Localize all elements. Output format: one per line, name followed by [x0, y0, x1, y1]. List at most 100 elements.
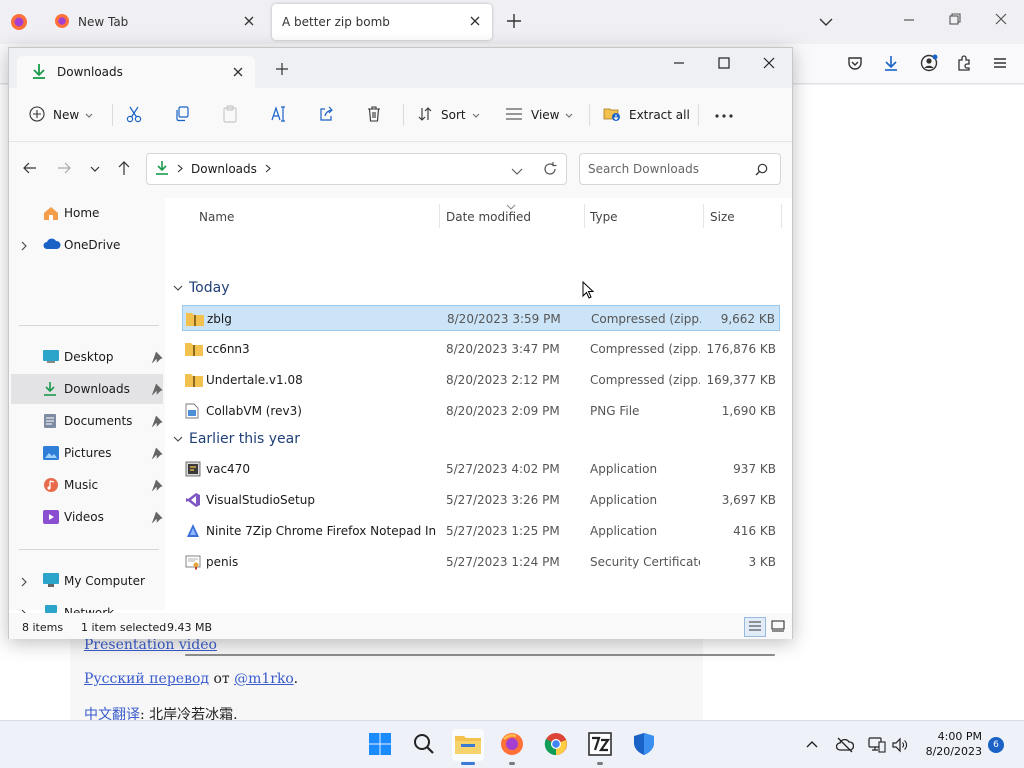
column-header-type[interactable]: Type — [590, 210, 618, 224]
breadcrumb-downloads[interactable]: Downloads — [191, 162, 257, 176]
pin-icon[interactable] — [151, 415, 163, 430]
chevron-right-icon[interactable] — [21, 576, 28, 590]
delete-button[interactable] — [366, 102, 382, 128]
paste-button[interactable] — [222, 102, 238, 128]
search-input[interactable] — [588, 162, 748, 176]
rename-button[interactable] — [270, 102, 288, 128]
show-hidden-icons[interactable] — [805, 737, 819, 754]
pin-icon[interactable] — [151, 447, 163, 462]
minimize-icon[interactable] — [902, 12, 916, 29]
column-divider[interactable] — [781, 204, 782, 228]
pin-icon[interactable] — [151, 479, 163, 494]
breadcrumb-chevron-icon[interactable] — [265, 162, 271, 176]
forward-arrow-icon[interactable] — [57, 161, 71, 178]
recent-locations-icon[interactable] — [89, 163, 101, 177]
taskbar-7zip[interactable] — [584, 729, 616, 765]
network-status-icon[interactable] — [868, 737, 886, 756]
sidebar-item-desktop[interactable]: Desktop — [11, 342, 163, 372]
pocket-icon[interactable] — [846, 54, 864, 75]
horizontal-scrollbar[interactable] — [185, 654, 775, 656]
sidebar-item-home[interactable]: Home — [11, 198, 163, 228]
search-icon[interactable] — [755, 163, 768, 179]
sort-button[interactable]: Sort — [417, 102, 480, 128]
account-icon[interactable] — [920, 54, 938, 75]
column-divider[interactable] — [584, 204, 585, 228]
details-view-icon — [748, 620, 762, 635]
file-row-undertale[interactable]: Undertale.v1.08 8/20/2023 2:12 PM Compre… — [182, 367, 780, 393]
sidebar-item-pictures[interactable]: Pictures — [11, 438, 163, 468]
file-row-visualstudiosetup[interactable]: VisualStudioSetup 5/27/2023 3:26 PM Appl… — [182, 487, 780, 513]
taskbar-file-explorer[interactable] — [452, 729, 484, 765]
group-header-earlier-this-year[interactable]: Earlier this year — [173, 431, 300, 447]
author-link[interactable]: @m1rko — [234, 671, 294, 687]
column-header-name[interactable]: Name — [199, 210, 234, 224]
maximize-icon[interactable] — [717, 56, 731, 73]
minimize-icon[interactable] — [672, 56, 686, 73]
downloads-icon[interactable] — [882, 54, 900, 75]
explorer-tab-downloads[interactable]: Downloads — [17, 56, 255, 88]
close-window-icon[interactable] — [994, 12, 1008, 29]
file-row-vac470[interactable]: vac470 5/27/2023 4:02 PM Application 937… — [182, 456, 780, 482]
chevron-right-icon[interactable] — [21, 240, 28, 254]
sidebar-item-downloads[interactable]: Downloads — [11, 374, 163, 404]
pin-icon[interactable] — [151, 351, 163, 366]
close-tab-icon[interactable] — [231, 65, 245, 82]
new-tab-icon[interactable] — [505, 12, 523, 33]
group-header-today[interactable]: Today — [173, 280, 230, 296]
start-button[interactable] — [364, 729, 396, 761]
more-options-button[interactable] — [714, 102, 734, 128]
pin-icon[interactable] — [151, 511, 163, 526]
view-button-label: View — [531, 108, 560, 122]
up-arrow-icon[interactable] — [117, 160, 131, 179]
refresh-icon[interactable] — [543, 162, 557, 179]
copy-button[interactable] — [174, 102, 190, 128]
sidebar-item-music[interactable]: Music — [11, 470, 163, 500]
details-view-button[interactable] — [744, 617, 766, 637]
new-button[interactable]: New — [29, 102, 93, 128]
extensions-icon[interactable] — [955, 54, 973, 75]
extract-all-button[interactable]: Extract all — [603, 102, 690, 128]
sidebar-item-documents[interactable]: Documents — [11, 406, 163, 436]
column-header-date[interactable]: Date modified — [446, 210, 531, 224]
column-header-size[interactable]: Size — [710, 210, 735, 224]
back-arrow-icon[interactable] — [23, 161, 37, 178]
taskbar-defender[interactable] — [628, 729, 660, 761]
cloud-offline-icon[interactable] — [835, 737, 855, 756]
file-row-certificate[interactable]: penis 5/27/2023 1:24 PM Security Certifi… — [182, 549, 780, 575]
file-size: 3 KB — [748, 555, 776, 569]
cut-button[interactable] — [126, 102, 142, 128]
taskbar-firefox[interactable] — [496, 729, 528, 765]
sidebar-item-my-computer[interactable]: My Computer — [11, 566, 163, 596]
file-row-collabvm[interactable]: CollabVM (rev3) 8/20/2023 2:09 PM PNG Fi… — [182, 398, 780, 424]
close-window-icon[interactable] — [762, 56, 776, 73]
file-row-ninite[interactable]: Ninite 7Zip Chrome Firefox Notepad Inst.… — [182, 518, 780, 544]
search-button[interactable] — [408, 729, 440, 761]
address-bar[interactable]: Downloads — [146, 153, 567, 185]
taskbar-chrome[interactable] — [540, 729, 572, 761]
view-button[interactable]: View — [505, 102, 573, 128]
close-tab-icon[interactable] — [242, 14, 256, 31]
close-tab-icon[interactable] — [468, 14, 482, 31]
tiles-view-button[interactable] — [767, 617, 789, 637]
file-row-cc6nn3[interactable]: cc6nn3 8/20/2023 3:47 PM Compressed (zip… — [182, 336, 780, 362]
address-dropdown-icon[interactable] — [511, 165, 523, 179]
restore-icon[interactable] — [948, 12, 962, 29]
sidebar-item-videos[interactable]: Videos — [11, 502, 163, 532]
volume-icon[interactable] — [892, 737, 908, 756]
column-divider[interactable] — [439, 204, 440, 228]
pin-icon[interactable] — [151, 383, 163, 398]
share-button[interactable] — [318, 102, 334, 128]
menu-icon[interactable] — [991, 54, 1009, 75]
chevron-down-icon[interactable] — [818, 15, 834, 32]
new-tab-icon[interactable] — [275, 62, 289, 79]
column-divider[interactable] — [703, 204, 704, 228]
file-row-zblg[interactable]: zblg 8/20/2023 3:59 PM Compressed (zipp.… — [182, 305, 780, 331]
firefox-menu-icon[interactable] — [10, 13, 28, 34]
browser-tab-zip-bomb[interactable]: A better zip bomb — [272, 4, 492, 40]
presentation-video-link[interactable]: Presentation video — [84, 637, 217, 653]
russian-translation-link[interactable]: Русский перевод — [84, 671, 209, 687]
browser-tab-new-tab[interactable]: New Tab — [44, 4, 266, 40]
sidebar-item-onedrive[interactable]: OneDrive — [11, 230, 163, 260]
notification-badge[interactable]: 6 — [988, 737, 1004, 753]
system-clock[interactable]: 4:00 PM 8/20/2023 — [918, 729, 982, 759]
